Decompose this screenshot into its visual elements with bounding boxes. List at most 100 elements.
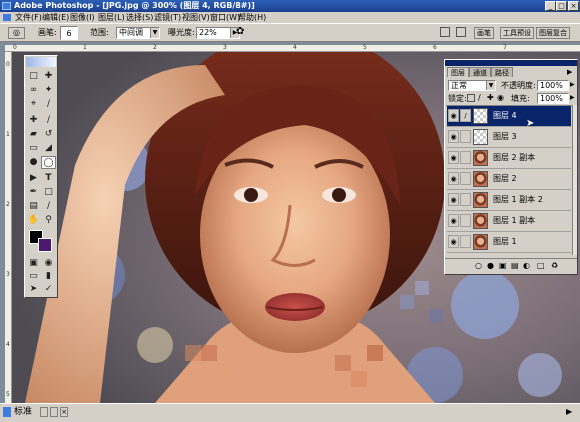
crop-tool-icon[interactable]: ⌖	[26, 98, 41, 111]
menu-help[interactable]: 帮助(H)	[238, 12, 266, 23]
eraser-tool-icon[interactable]: ▭	[26, 142, 41, 155]
range-select[interactable]: 中间调 ▼	[116, 27, 160, 39]
airbrush-icon[interactable]: ✿	[236, 26, 244, 38]
layer-row[interactable]: ◉ 图层 1	[447, 232, 571, 253]
maximize-button[interactable]: □	[556, 1, 567, 11]
menu-window[interactable]: 窗口(W)	[210, 12, 240, 23]
layer-name: 图层 2	[493, 174, 517, 183]
screen-mode-standard-icon[interactable]: ▭	[26, 270, 41, 283]
layer-mask-icon[interactable]: ▣	[499, 261, 507, 270]
brush-size-value: 6	[66, 29, 72, 38]
layer-row[interactable]: ◉ 图层 3	[447, 127, 571, 148]
menu-select[interactable]: 选择(S)	[126, 12, 153, 23]
eye-icon[interactable]: ◉	[448, 151, 459, 164]
hand-tool-icon[interactable]: ✋	[26, 214, 41, 227]
lock-all-icon[interactable]: ◉	[497, 93, 504, 102]
healing-brush-tool-icon[interactable]: ✚	[26, 114, 41, 127]
delete-layer-icon[interactable]: ♻	[551, 261, 558, 270]
link-slot[interactable]	[460, 193, 471, 206]
link-slot[interactable]	[460, 172, 471, 185]
eye-icon[interactable]: ◉	[448, 193, 459, 206]
blend-mode-select[interactable]: 正常 ▼	[448, 80, 496, 91]
shape-tool-icon[interactable]: □	[41, 186, 56, 199]
layer-row[interactable]: ◉ 图层 2	[447, 169, 571, 190]
checkmark-icon[interactable]: ✓	[41, 283, 56, 296]
notes-tool-icon[interactable]: ▤	[26, 200, 41, 213]
lock-pixels-icon[interactable]: ∕	[478, 93, 481, 102]
file-browser-icon[interactable]	[440, 27, 450, 37]
history-brush-tool-icon[interactable]: ↺	[41, 128, 56, 141]
jump-to-imageready-icon[interactable]: ➤	[26, 283, 41, 296]
link-slot[interactable]	[460, 151, 471, 164]
quick-mask-mode-icon[interactable]: ◉	[41, 257, 56, 270]
slice-tool-icon[interactable]: ∕	[41, 98, 56, 111]
dodge-tool-icon[interactable]: ◯	[41, 156, 56, 169]
restore-doc-icon[interactable]	[50, 407, 58, 417]
pen-tool-icon[interactable]: ✒	[26, 186, 41, 199]
close-doc-icon[interactable]: ×	[60, 407, 68, 417]
eye-icon[interactable]: ◉	[448, 235, 459, 248]
tab-channels[interactable]: 通道	[469, 67, 491, 77]
zoom-tool-icon[interactable]: ⚲	[41, 214, 56, 227]
menu-image[interactable]: 图像(I)	[70, 12, 95, 23]
magic-wand-tool-icon[interactable]: ✦	[41, 84, 56, 97]
menu-layer[interactable]: 图层(L)	[98, 12, 125, 23]
link-slot[interactable]	[460, 130, 471, 143]
new-layer-icon[interactable]: □	[537, 261, 545, 270]
background-color-swatch[interactable]	[38, 238, 52, 252]
brush-tool-icon[interactable]: ∕	[41, 114, 56, 127]
menu-view[interactable]: 视图(V)	[182, 12, 210, 23]
palette-menu-icon[interactable]: ▶	[567, 67, 572, 77]
opacity-slider-icon[interactable]: ▶	[570, 81, 575, 88]
menu-edit[interactable]: 编辑(E)	[42, 12, 69, 23]
marquee-tool-icon[interactable]: □	[26, 70, 41, 83]
adjustment-layer-icon[interactable]: ◐	[523, 261, 530, 270]
menu-file[interactable]: 文件(F)	[15, 12, 42, 23]
minimize-button[interactable]: _	[545, 1, 556, 11]
lock-position-icon[interactable]: ✚	[487, 93, 494, 102]
eye-icon[interactable]: ◉	[448, 172, 459, 185]
layer-row[interactable]: ◉ 图层 2 副本	[447, 148, 571, 169]
layer-row[interactable]: ◉ 图层 1 副本	[447, 211, 571, 232]
palette-well-layer-comps[interactable]: 图层复合	[536, 27, 570, 39]
menu-bar: 文件(F) 编辑(E) 图像(I) 图层(L) 选择(S) 滤镜(T) 视图(V…	[0, 12, 580, 23]
eye-icon[interactable]: ◉	[448, 109, 459, 122]
eye-icon[interactable]: ◉	[448, 214, 459, 227]
clone-stamp-tool-icon[interactable]: ▰	[26, 128, 41, 141]
new-set-icon[interactable]: ▤	[511, 261, 519, 270]
layer-style-icon[interactable]: ●	[487, 261, 494, 270]
layers-scrollbar[interactable]	[572, 105, 577, 255]
type-tool-icon[interactable]: T	[41, 172, 56, 185]
eye-icon[interactable]: ◉	[448, 130, 459, 143]
minimize-doc-icon[interactable]	[40, 407, 48, 417]
standard-mode-icon[interactable]: ▣	[26, 257, 41, 270]
screen-mode-full-icon[interactable]: ▮	[41, 270, 56, 283]
tab-paths[interactable]: 路径	[491, 67, 513, 77]
fill-slider-icon[interactable]: ▶	[570, 94, 575, 101]
tab-layers[interactable]: 图层	[447, 67, 469, 77]
fill-field[interactable]: 100%	[537, 93, 569, 104]
path-selection-tool-icon[interactable]: ▶	[26, 172, 41, 185]
scroll-right-icon[interactable]: ▶	[566, 407, 572, 416]
palette-well-tool-presets[interactable]: 工具预设	[500, 27, 534, 39]
ruler-mark: 1	[83, 44, 87, 51]
lasso-tool-icon[interactable]: ∞	[26, 84, 41, 97]
link-layers-icon[interactable]: ○	[475, 261, 482, 270]
opacity-field[interactable]: 100%	[537, 80, 569, 91]
lock-transparency-icon[interactable]	[467, 94, 475, 102]
layer-row[interactable]: ◉ ∕ 图层 4	[447, 106, 571, 127]
brush-size-field[interactable]: 6	[60, 26, 78, 40]
eyedropper-tool-icon[interactable]: ∕	[41, 200, 56, 213]
palette-well-brushes[interactable]: 画笔	[474, 27, 494, 39]
exposure-field[interactable]: 22% ▶	[196, 27, 240, 39]
layer-row[interactable]: ◉ 图层 1 副本 2	[447, 190, 571, 211]
blur-tool-icon[interactable]: ●	[26, 156, 41, 169]
link-slot[interactable]	[460, 214, 471, 227]
close-button[interactable]: ×	[568, 1, 579, 11]
tool-preset-picker-icon[interactable]: ◎	[8, 27, 25, 39]
gradient-tool-icon[interactable]: ◢	[41, 142, 56, 155]
menu-filter[interactable]: 滤镜(T)	[154, 12, 181, 23]
link-slot[interactable]	[460, 235, 471, 248]
toggle-palettes-icon[interactable]	[456, 27, 466, 37]
move-tool-icon[interactable]: ✚	[41, 70, 56, 83]
